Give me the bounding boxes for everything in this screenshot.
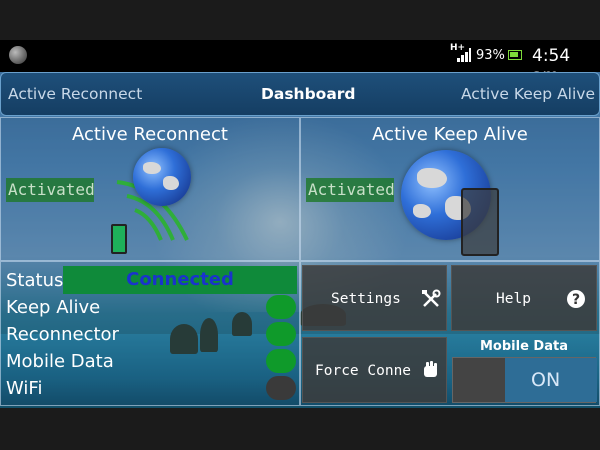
globe-icon (9, 46, 27, 64)
battery-percent: 93% (476, 48, 505, 63)
mobile-data-indicator[interactable] (266, 349, 296, 373)
tab-bar: Active Reconnect Dashboard Active Keep A… (0, 72, 600, 116)
force-connect-button[interactable]: Force Conne (302, 337, 447, 403)
active-keep-alive-panel[interactable]: Active Keep Alive Activated (300, 117, 600, 261)
tab-active-reconnect[interactable]: Active Reconnect (8, 85, 142, 103)
globe-icon (133, 148, 191, 206)
battery-icon (508, 50, 522, 60)
active-reconnect-panel[interactable]: Active Reconnect Activated (0, 117, 300, 261)
help-button[interactable]: Help ? (451, 265, 597, 331)
mobile-data-label: Mobile Data (6, 351, 114, 372)
toggle-state-text: ON (531, 369, 561, 391)
device-screen: H+ 93% 4:54 am Active Reconnect Dashboar… (0, 0, 600, 450)
keepalive-status-badge: Activated (306, 178, 395, 202)
signal-bars-icon (457, 48, 471, 62)
svg-text:?: ? (572, 292, 580, 308)
phone-icon (461, 188, 499, 256)
reconnect-status-badge: Activated (6, 178, 95, 202)
reconnector-label: Reconnector (6, 324, 119, 345)
bottom-bar (0, 408, 600, 450)
panel-title: Active Reconnect (72, 124, 228, 145)
tab-active-keep-alive[interactable]: Active Keep Alive (461, 85, 595, 103)
fist-icon (424, 361, 437, 377)
panel-title: Active Keep Alive (372, 124, 528, 145)
status-bar: H+ 93% 4:54 am (0, 40, 600, 86)
tools-icon (422, 289, 441, 307)
connection-status-badge: Connected (63, 266, 297, 294)
wifi-label: WiFi (6, 378, 43, 399)
settings-button[interactable]: Settings (302, 265, 447, 331)
phone-icon (111, 224, 127, 254)
keep-alive-label: Keep Alive (6, 297, 101, 318)
status-panel: Status Connected Keep Alive Reconnector … (0, 261, 300, 406)
keep-alive-indicator[interactable] (266, 295, 296, 319)
reconnector-indicator[interactable] (266, 322, 296, 346)
status-label: Status (6, 270, 64, 291)
wifi-indicator[interactable] (266, 376, 296, 400)
question-icon: ? (567, 290, 585, 308)
mobile-data-toggle[interactable]: ON (452, 357, 597, 403)
tab-dashboard[interactable]: Dashboard (261, 85, 356, 103)
mobile-data-toggle-label: Mobile Data (480, 339, 568, 354)
